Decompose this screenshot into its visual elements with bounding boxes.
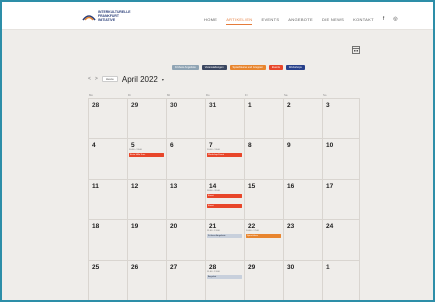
grid-row-line <box>88 219 360 220</box>
grid-col-line <box>283 98 284 300</box>
grid-row-line <box>88 98 360 99</box>
day-cell-number[interactable]: 1 <box>326 264 330 271</box>
instagram-icon[interactable]: ◎ <box>393 16 397 22</box>
filter-chip[interactable]: Veranstaltungen <box>201 65 227 70</box>
weekday-header: Mo <box>89 93 93 97</box>
grid-col-line <box>244 98 245 300</box>
event-time: 10:00 - 13:00 <box>207 149 220 152</box>
filter-chip[interactable]: Sprachkurse und Gruppen <box>229 65 266 70</box>
grid-col-line <box>359 98 360 300</box>
weekday-header: Do <box>206 93 210 97</box>
calendar-event[interactable]: Erste Hilfe Kurs <box>129 153 164 158</box>
calendar-event[interactable]: Workshop Event <box>207 153 242 158</box>
day-cell-number[interactable]: 5 <box>131 142 135 149</box>
day-cell-number[interactable]: 30 <box>287 264 294 271</box>
facebook-icon[interactable]: f <box>383 16 384 22</box>
event-time: 10:00 - 13:00 <box>129 149 142 152</box>
day-cell-number[interactable]: 21 <box>209 223 216 230</box>
grid-col-line <box>88 98 89 300</box>
calendar-event[interactable]: Angebot <box>207 274 242 279</box>
day-cell-number[interactable]: 24 <box>326 223 333 230</box>
day-cell-number[interactable]: 6 <box>170 142 174 149</box>
prev-month-icon[interactable]: < <box>88 76 91 82</box>
logo-text: INTERKULTURELLE FRANKFURT INITIATIVE <box>98 10 131 22</box>
main-nav: HOME ARTIKEL/EN EVENTS ANGEBOTE DIE NEWS… <box>204 15 398 25</box>
day-cell-number[interactable]: 12 <box>131 183 138 190</box>
grid-col-line <box>166 98 167 300</box>
month-title[interactable]: April 2022 <box>122 75 158 84</box>
month-dropdown-icon[interactable]: ▾ <box>162 77 164 82</box>
site-logo[interactable]: INTERKULTURELLE FRANKFURT INITIATIVE <box>82 10 142 25</box>
grid-col-line <box>127 98 128 300</box>
nav-angebote[interactable]: ANGEBOTE <box>288 17 313 22</box>
day-cell-number[interactable]: 17 <box>326 183 333 190</box>
weekday-header: Fr <box>245 93 248 97</box>
calendar-settings-icon[interactable] <box>352 46 360 54</box>
day-cell-number[interactable]: 10 <box>326 142 333 149</box>
day-cell-number[interactable]: 18 <box>92 223 99 230</box>
day-cell-number[interactable]: 9 <box>287 142 291 149</box>
day-cell-number[interactable]: 13 <box>170 183 177 190</box>
calendar-grid: 28 29 30 31 1 2 3 4 5 6 7 8 9 10 11 12 13 14 15 16 17 18 19 20 2… <box>88 98 360 300</box>
calendar-event[interactable]: Frühere Angebote <box>207 234 242 239</box>
filter-chip[interactable]: Workshops <box>285 65 305 70</box>
day-cell-number[interactable]: 3 <box>326 102 330 109</box>
filter-chip[interactable]: Frühere Angebote <box>172 65 199 70</box>
event-time: 14:00 - 17:00 <box>246 230 259 233</box>
day-cell-number[interactable]: 28 <box>92 102 99 109</box>
event-time: 11:00 - 13:00 <box>207 230 220 233</box>
next-month-icon[interactable]: > <box>95 76 98 82</box>
day-cell-number[interactable]: 23 <box>287 223 294 230</box>
day-cell-number[interactable]: 22 <box>248 223 255 230</box>
nav-news[interactable]: DIE NEWS <box>322 17 344 22</box>
day-cell-number[interactable]: 29 <box>248 264 255 271</box>
weekday-header: Di <box>128 93 131 97</box>
day-cell-number[interactable]: 27 <box>170 264 177 271</box>
day-cell-number[interactable]: 16 <box>287 183 294 190</box>
today-button[interactable]: Heute <box>101 76 118 82</box>
nav-artikel[interactable]: ARTIKEL/EN <box>226 17 253 25</box>
grid-row-line <box>88 179 360 180</box>
day-cell-number[interactable]: 20 <box>170 223 177 230</box>
grid-row-line <box>88 260 360 261</box>
weekday-header: So <box>323 93 327 97</box>
calendar-event[interactable]: Event <box>207 203 242 208</box>
grid-col-line <box>205 98 206 300</box>
day-cell-number[interactable]: 31 <box>209 102 216 109</box>
nav-home[interactable]: HOME <box>204 17 217 22</box>
calendar-event[interactable]: Sprachkurs <box>246 234 281 239</box>
event-time: 18:00 - 20:00 <box>207 189 220 192</box>
weekday-header: Sa <box>284 93 288 97</box>
browser-viewport: INTERKULTURELLE FRANKFURT INITIATIVE HOM… <box>2 2 433 300</box>
day-cell-number[interactable]: 26 <box>131 264 138 271</box>
day-cell-number[interactable]: 19 <box>131 223 138 230</box>
calendar-event[interactable]: Event <box>207 193 242 198</box>
day-cell-number[interactable]: 25 <box>92 264 99 271</box>
site-header: INTERKULTURELLE FRANKFURT INITIATIVE HOM… <box>2 2 433 30</box>
grid-col-line <box>322 98 323 300</box>
weekday-header: Mi <box>167 93 170 97</box>
day-cell-number[interactable]: 4 <box>92 142 96 149</box>
day-cell-number[interactable]: 1 <box>248 102 252 109</box>
filter-chip[interactable]: Events <box>268 65 283 70</box>
logo-line-3: INITIATIVE <box>98 17 116 22</box>
nav-kontakt[interactable]: KONTAKT <box>353 17 374 22</box>
category-filters: Frühere Angebote Veranstaltungen Sprachkur… <box>172 65 305 70</box>
day-cell-number[interactable]: 15 <box>248 183 255 190</box>
day-cell-number[interactable]: 8 <box>248 142 252 149</box>
logo-mark-icon <box>82 15 96 21</box>
day-cell-number[interactable]: 29 <box>131 102 138 109</box>
event-time: 11:00 - 13:00 <box>207 270 220 273</box>
day-cell-number[interactable]: 30 <box>170 102 177 109</box>
nav-events[interactable]: EVENTS <box>261 17 279 22</box>
calendar-toolbar: < > Heute April 2022 ▾ <box>88 74 164 84</box>
day-cell-number[interactable]: 7 <box>209 142 213 149</box>
grid-row-line <box>88 138 360 139</box>
day-cell-number[interactable]: 2 <box>287 102 291 109</box>
day-cell-number[interactable]: 11 <box>92 183 99 190</box>
